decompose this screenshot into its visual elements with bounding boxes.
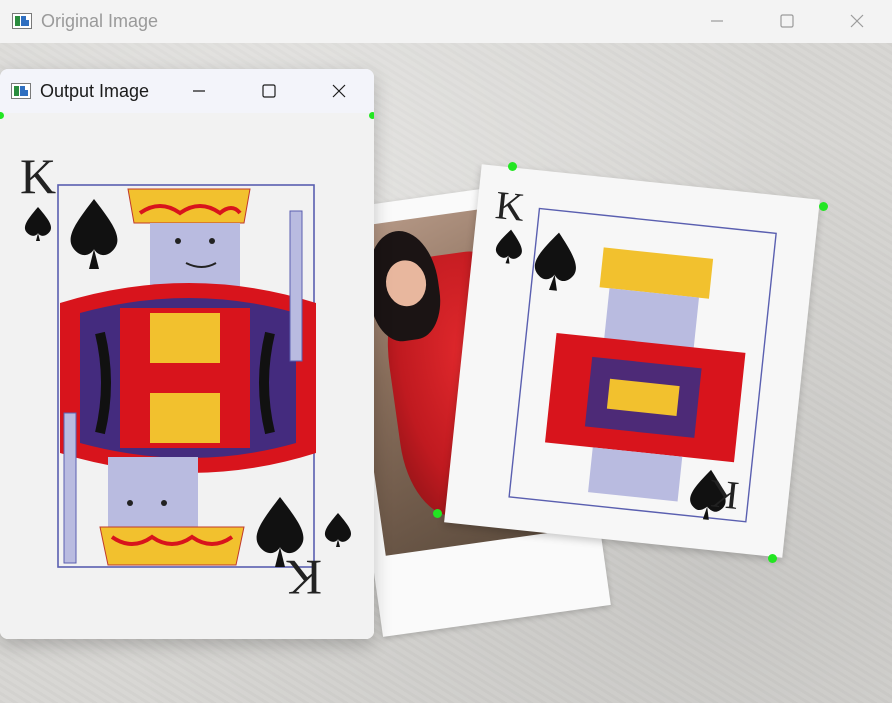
maximize-button[interactable] [234, 69, 304, 113]
output-image-window: Output Image K K [0, 69, 374, 639]
close-button[interactable] [304, 69, 374, 113]
close-button[interactable] [822, 0, 892, 42]
corner-marker [768, 554, 777, 563]
corner-marker [433, 509, 442, 518]
close-icon [332, 84, 346, 98]
close-icon [850, 14, 864, 28]
card-rank-top: K [493, 182, 527, 230]
minimize-button[interactable] [164, 69, 234, 113]
spade-icon [496, 229, 522, 264]
app-icon [11, 83, 31, 99]
app-icon [12, 13, 32, 29]
window-title: Original Image [41, 10, 159, 31]
window-title: Output Image [40, 80, 150, 101]
card-rank-bottom: K [286, 550, 322, 606]
card-rank-bottom: K [707, 471, 741, 519]
spade-icon [534, 232, 576, 291]
output-image-canvas: K K [0, 112, 374, 639]
original-window-titlebar[interactable]: Original Image [0, 0, 892, 42]
card-rank-top: K [20, 148, 56, 204]
maximize-icon [780, 14, 794, 28]
corner-marker [369, 112, 374, 119]
corner-marker [819, 202, 828, 211]
minimize-icon [193, 90, 205, 92]
minimize-button[interactable] [682, 0, 752, 42]
output-window-titlebar[interactable]: Output Image [0, 69, 374, 113]
warped-card-image: K K [0, 113, 374, 639]
corner-marker [508, 162, 517, 171]
maximize-icon [262, 84, 276, 98]
maximize-button[interactable] [752, 0, 822, 42]
playing-card-original: K K [444, 164, 820, 558]
minimize-icon [711, 20, 723, 22]
